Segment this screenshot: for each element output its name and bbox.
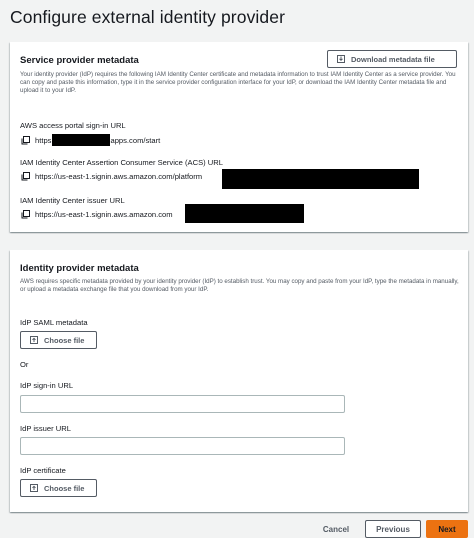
saml-metadata-label: IdP SAML metadata [20,318,88,327]
identity-provider-card: Identity provider metadata AWS requires … [10,250,468,512]
issuer-url-row: https://us-east-1.signin.aws.amazon.com [21,210,173,219]
service-provider-description: Your identity provider (IdP) requires th… [20,71,456,95]
download-metadata-label: Download metadata file [351,54,435,64]
saml-choose-file-label: Choose file [44,335,85,345]
idp-signin-url-label: IdP sign-in URL [20,381,74,390]
certificate-choose-file-label: Choose file [44,483,85,493]
issuer-url-value: https://us-east-1.signin.aws.amazon.com [35,210,173,219]
identity-provider-description: AWS requires specific metadata provided … [20,278,459,294]
certificate-choose-file-button[interactable]: Choose file [20,479,97,497]
idp-certificate-label: IdP certificate [20,466,66,475]
download-icon [337,55,345,63]
saml-choose-file-button[interactable]: Choose file [20,331,97,349]
upload-icon [30,336,38,344]
idp-issuer-url-input[interactable] [20,437,345,455]
previous-button[interactable]: Previous [365,520,421,538]
service-provider-card: Service provider metadata Download metad… [10,42,468,232]
access-portal-url-label: AWS access portal sign-in URL [20,121,126,130]
redacted-block [52,134,111,146]
redacted-block [185,204,304,223]
upload-icon [30,484,38,492]
access-portal-url-suffix: apps.com/start [110,135,161,145]
service-provider-title: Service provider metadata [20,55,139,66]
issuer-url-label: IAM Identity Center issuer URL [20,196,125,205]
download-metadata-button[interactable]: Download metadata file [327,50,457,68]
acs-url-row: https://us-east-1.signin.aws.amazon.com/… [21,172,202,181]
copy-icon[interactable] [21,172,30,181]
or-separator: Or [20,360,29,369]
cancel-button[interactable]: Cancel [312,520,360,538]
copy-icon[interactable] [21,135,30,145]
identity-provider-title: Identity provider metadata [20,263,139,274]
idp-signin-url-input[interactable] [20,395,345,413]
copy-icon[interactable] [21,210,30,219]
page-title: Configure external identity provider [10,7,285,27]
access-portal-url-row: https apps.com/start [21,134,160,146]
acs-url-label: IAM Identity Center Assertion Consumer S… [20,158,223,167]
acs-url-value: https://us-east-1.signin.aws.amazon.com/… [35,172,203,181]
next-button[interactable]: Next [426,520,468,538]
access-portal-url-prefix: https [35,135,52,145]
redacted-block [222,169,419,189]
idp-issuer-url-label: IdP issuer URL [20,424,71,433]
